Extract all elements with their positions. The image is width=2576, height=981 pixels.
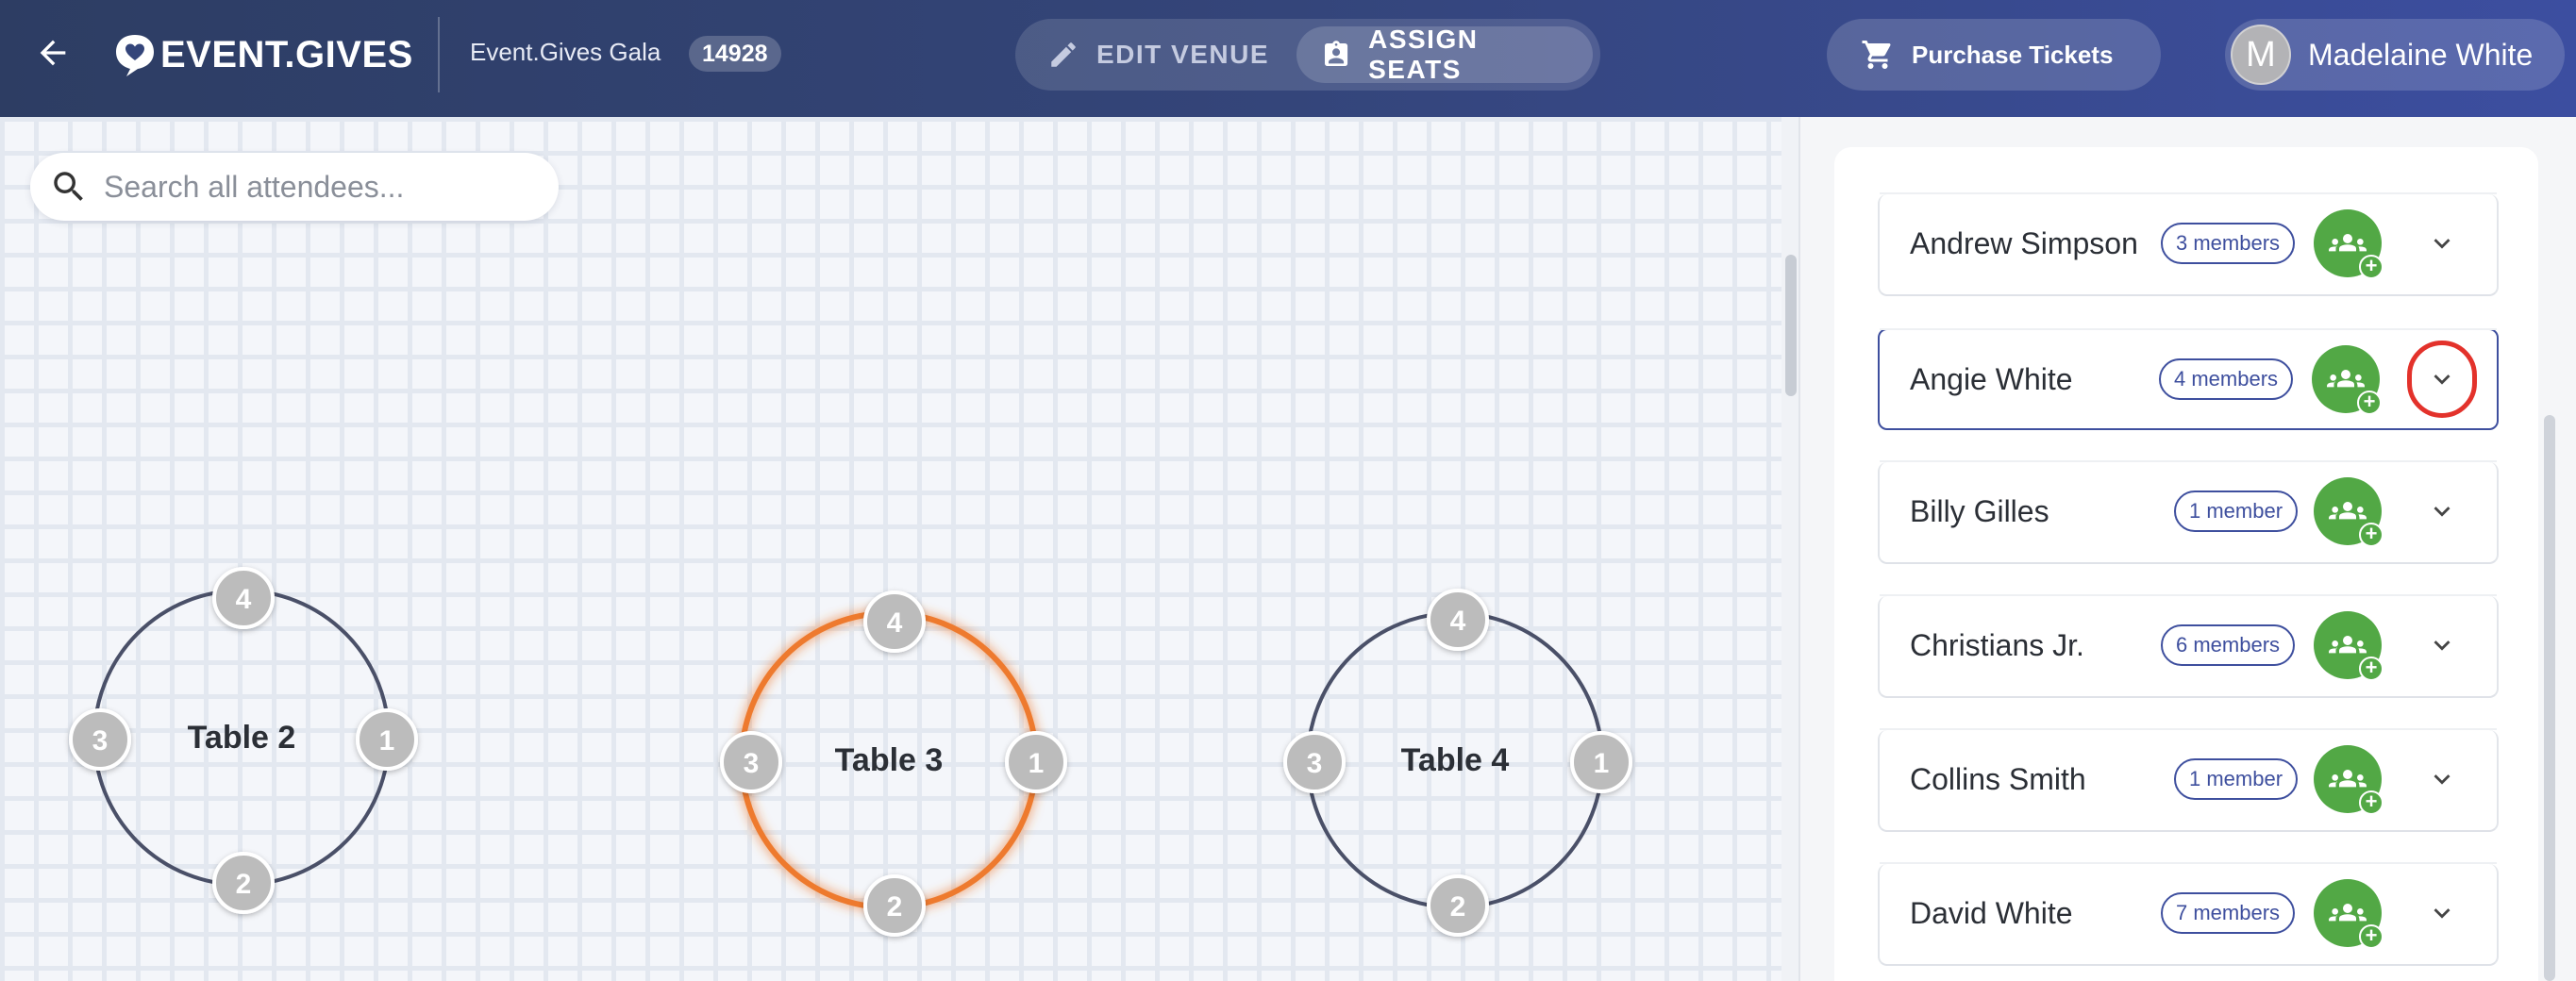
svg-text:1: 1 (1594, 748, 1610, 779)
add-group-button[interactable]: + (2312, 345, 2382, 415)
members-badge: 1 member (2174, 758, 2299, 800)
attendee-name: Collins Smith (1910, 762, 2086, 796)
seat-1[interactable]: 1 (1005, 731, 1067, 793)
avatar: M (2231, 25, 2291, 85)
search-icon (54, 172, 83, 201)
attendee-name: Billy Gilles (1910, 494, 2049, 528)
members-badge: 1 member (2174, 490, 2299, 532)
expand-button[interactable] (2414, 751, 2470, 807)
purchase-tickets-button[interactable]: Purchase Tickets (1827, 19, 2161, 91)
table-3-label: Table 3 (835, 742, 944, 778)
svg-text:4: 4 (887, 607, 903, 639)
svg-text:3: 3 (92, 725, 109, 757)
attendee-row[interactable]: Billy Gilles 1 member + (1878, 460, 2499, 564)
group-icon (2329, 636, 2367, 654)
svg-text:2: 2 (887, 891, 903, 923)
seat-2[interactable]: 2 (212, 852, 275, 914)
table-2[interactable]: Table 2 4 1 2 3 (69, 567, 418, 914)
expand-button[interactable] (2414, 617, 2470, 673)
members-badge: 4 members (2159, 358, 2294, 400)
svg-text:1: 1 (1029, 748, 1045, 779)
add-group-button[interactable]: + (2314, 477, 2384, 547)
seat-1[interactable]: 1 (356, 708, 418, 771)
attendee-row[interactable]: Andrew Simpson 3 members + (1878, 192, 2499, 296)
group-icon (2329, 502, 2367, 520)
seat-4[interactable]: 4 (863, 590, 926, 653)
plus-icon: + (2359, 657, 2384, 681)
search-input[interactable] (104, 169, 547, 205)
chevron-down-icon (2434, 239, 2451, 249)
cart-icon (1862, 41, 1891, 69)
add-group-button[interactable]: + (2314, 745, 2384, 815)
user-name: Madelaine White (2308, 37, 2534, 72)
seat-4[interactable]: 4 (212, 567, 275, 629)
tables-layer: Table 2 4 1 2 3 Table 3 4 1 2 3 Table 4 … (69, 567, 1632, 937)
user-menu[interactable]: M Madelaine White (2225, 19, 2565, 91)
attendee-search (30, 153, 559, 221)
plus-icon: + (2359, 924, 2384, 949)
attendee-row-selected[interactable]: Angie White 4 members + (1878, 328, 2499, 430)
add-group-button[interactable]: + (2314, 209, 2384, 279)
seat-4[interactable]: 4 (1427, 589, 1489, 651)
attendee-name: Christians Jr. (1910, 628, 2084, 662)
svg-text:4: 4 (1450, 606, 1466, 637)
purchase-tickets-label: Purchase Tickets (1912, 40, 2114, 69)
members-badge: 6 members (2161, 624, 2296, 666)
svg-text:1: 1 (379, 725, 395, 757)
add-group-button[interactable]: + (2314, 611, 2384, 681)
chevron-down-icon (2434, 774, 2451, 785)
table-4-label: Table 4 (1401, 742, 1510, 778)
chevron-down-icon (2434, 507, 2451, 517)
panel-scrollbar-thumb[interactable] (2544, 415, 2555, 981)
table-3[interactable]: Table 3 4 1 2 3 (720, 590, 1067, 937)
add-group-button[interactable]: + (2314, 879, 2384, 949)
svg-text:3: 3 (744, 748, 760, 779)
seat-2[interactable]: 2 (1427, 874, 1489, 937)
seat-3[interactable]: 3 (69, 708, 131, 771)
chevron-down-icon (2434, 908, 2451, 919)
table-2-label: Table 2 (188, 720, 296, 756)
group-icon (2329, 234, 2367, 252)
plus-icon: + (2357, 391, 2382, 415)
chevron-down-icon (2434, 374, 2451, 385)
members-badge: 7 members (2161, 892, 2296, 934)
seat-3[interactable]: 3 (720, 731, 782, 793)
seat-3[interactable]: 3 (1283, 731, 1346, 793)
group-icon (2329, 904, 2367, 922)
attendee-row[interactable]: David White 7 members + (1878, 862, 2499, 966)
members-badge: 3 members (2161, 223, 2296, 264)
plus-icon: + (2359, 790, 2384, 815)
table-4[interactable]: Table 4 4 1 2 3 (1283, 589, 1632, 937)
seat-1[interactable]: 1 (1570, 731, 1632, 793)
expand-button[interactable] (2414, 483, 2470, 540)
group-icon (2327, 370, 2365, 388)
expand-button-highlighted[interactable] (2407, 341, 2477, 418)
plus-icon: + (2359, 255, 2384, 279)
svg-text:4: 4 (236, 584, 252, 615)
svg-text:2: 2 (1450, 891, 1466, 923)
attendee-row[interactable]: Christians Jr. 6 members + (1878, 594, 2499, 698)
attendee-row[interactable]: Collins Smith 1 member + (1878, 728, 2499, 832)
seat-2[interactable]: 2 (863, 874, 926, 937)
attendee-name: Angie White (1910, 362, 2073, 396)
plus-icon: + (2359, 523, 2384, 547)
svg-text:3: 3 (1307, 748, 1323, 779)
attendee-name: David White (1910, 896, 2073, 930)
chevron-down-icon (2434, 640, 2451, 651)
expand-button[interactable] (2414, 885, 2470, 941)
group-icon (2329, 770, 2367, 788)
expand-button[interactable] (2414, 215, 2470, 272)
attendee-name: Andrew Simpson (1910, 226, 2138, 260)
svg-text:2: 2 (236, 869, 252, 900)
